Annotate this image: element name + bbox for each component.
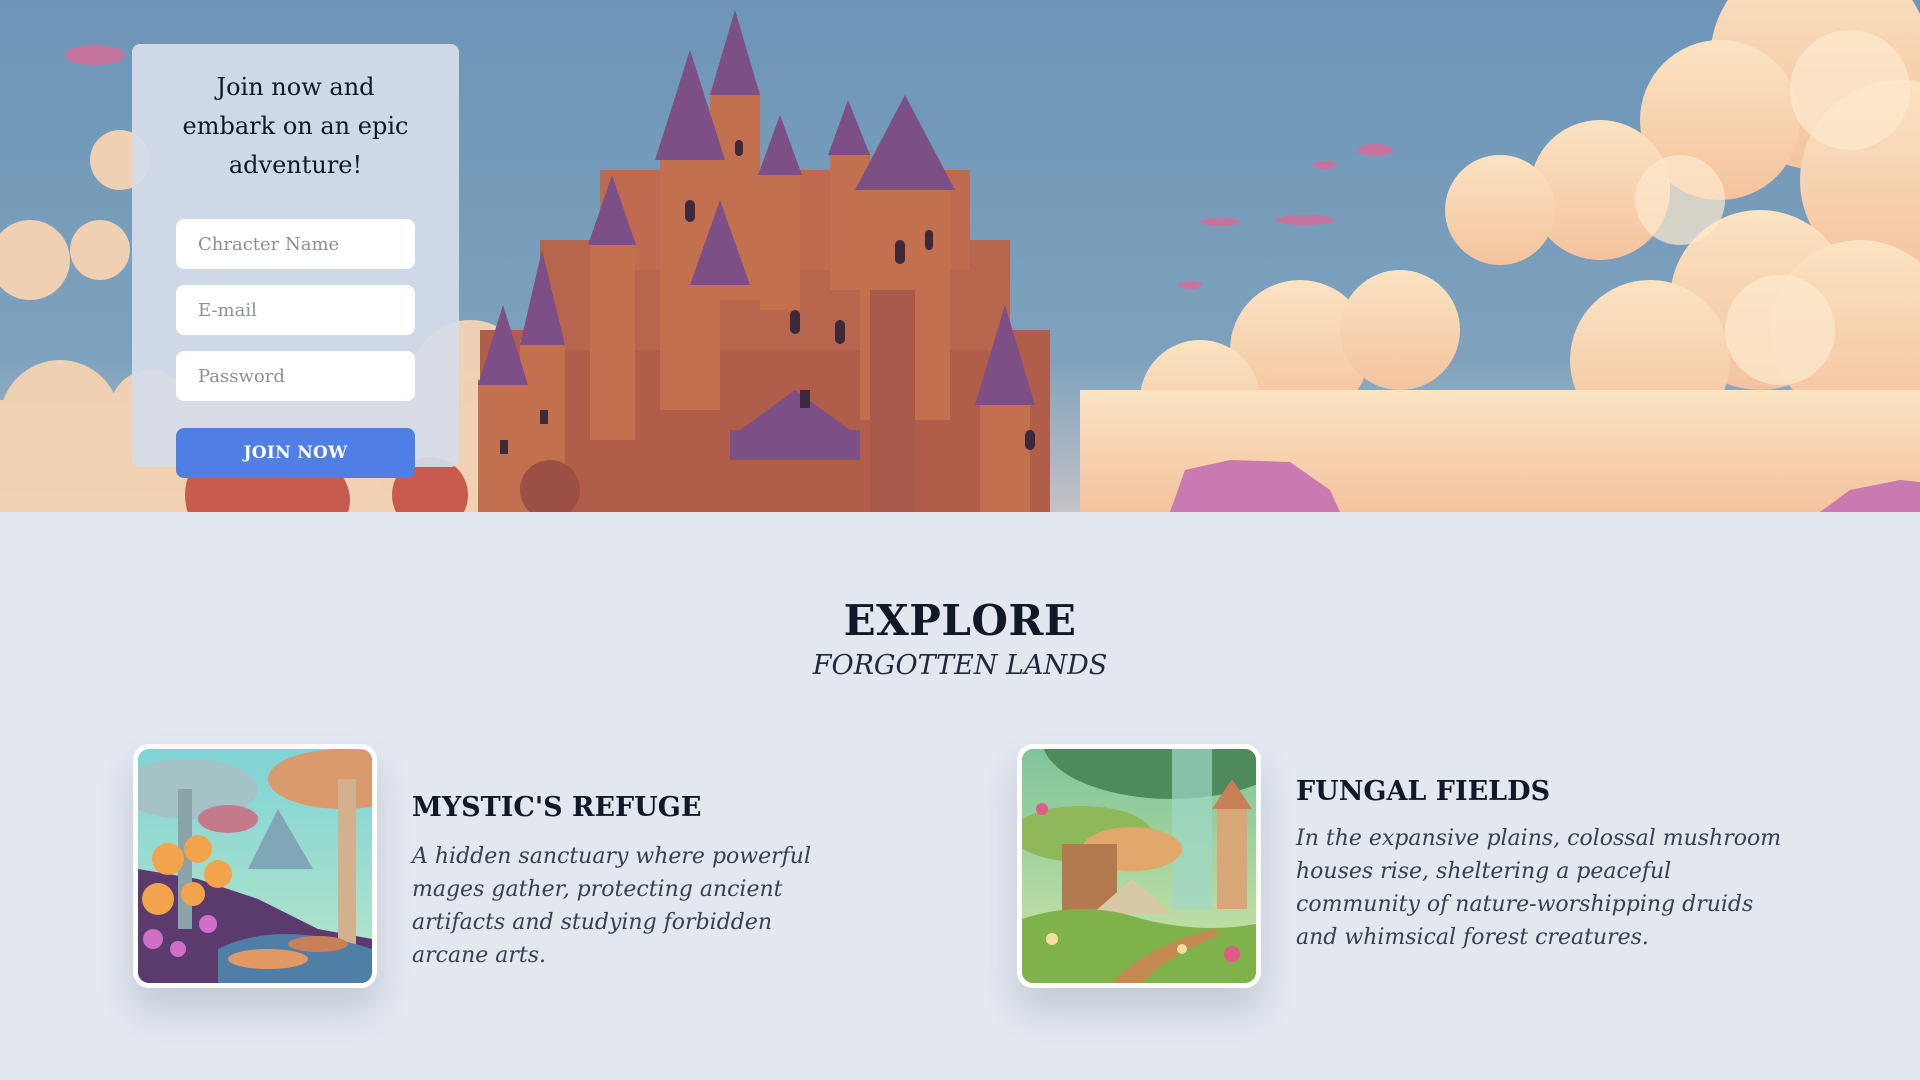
place-description: In the expansive plains, colossal mushro… [1296,826,1782,950]
password-input[interactable] [176,351,415,401]
join-now-button[interactable]: JOIN NOW [176,428,415,478]
character-name-input[interactable] [176,219,415,269]
email-input[interactable] [176,285,415,335]
fungal-fields-image [1017,744,1261,988]
place-name: FUNGAL FIELDS [1296,776,1551,807]
explore-title: EXPLORE [843,596,1077,645]
place-name: MYSTIC'S REFUGE [412,792,702,823]
signup-card: Join now and embark on an epic adventure… [132,44,459,478]
explore-subtitle: FORGOTTEN LANDS [812,650,1108,681]
place-description: A hidden sanctuary where powerful mages … [412,844,811,968]
signup-title: Join now and embark on an epic adventure… [182,73,409,179]
mystics-refuge-image [133,744,377,988]
